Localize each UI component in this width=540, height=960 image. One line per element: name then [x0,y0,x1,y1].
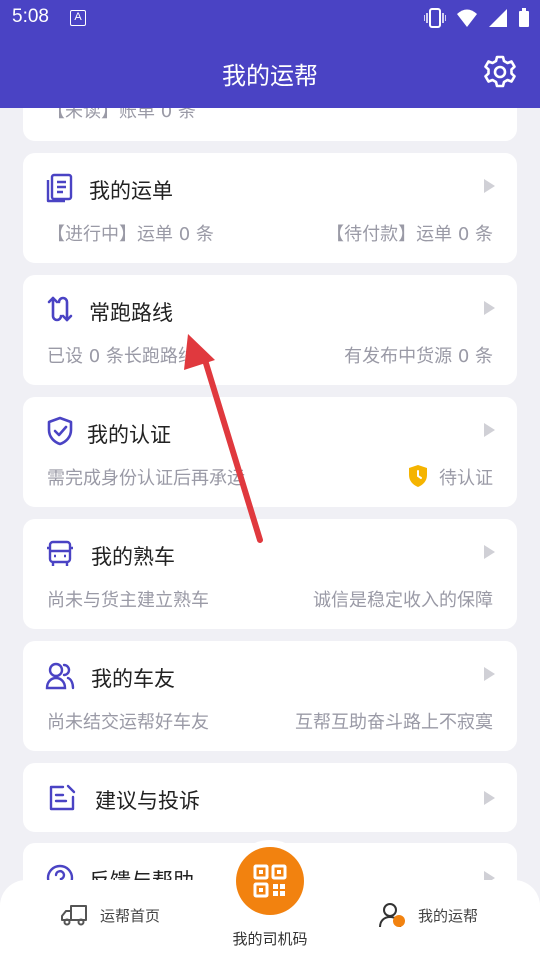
my-waybills-title: 我的运单 [89,179,173,203]
my-waybills-card[interactable]: 我的运单 【进行中】运单 0 条 【待付款】运单 0 条 [23,153,517,263]
shield-check-icon [47,416,73,446]
driver-qr-label: 我的司机码 [232,930,308,948]
verification-card[interactable]: 我的认证 需完成身份认证后再承运 待认证 [23,397,517,507]
battery-icon [519,8,529,27]
waybills-in-progress: 【进行中】运单 0 条 [47,224,214,245]
routes-count: 已设 0 条长跑路线 [47,346,196,367]
status-time: 5:08 [12,6,49,27]
status-bar: 5:08 A [0,0,540,36]
chevron-right-icon [484,667,495,681]
tab-home[interactable]: 运帮首页 [60,880,160,950]
driver-qr-button[interactable] [236,847,304,915]
verification-status: 待认证 [439,468,493,489]
chevron-right-icon [484,301,495,315]
verification-title: 我的认证 [87,423,171,447]
truck-friends-card[interactable]: 我的车友 尚未结交运帮好车友 互帮互助奋斗路上不寂寞 [23,641,517,751]
content-area: 【未读】账单 0 条 我的运单 【进行中】运单 0 条 【待付款】运单 0 条 … [0,108,540,960]
tab-mine[interactable]: 我的运帮 [378,880,478,950]
vibrate-icon [424,8,446,28]
feedback-title: 建议与投诉 [95,789,200,813]
chevron-right-icon [484,423,495,437]
familiar-trucks-card[interactable]: 我的熟车 尚未与货主建立熟车 诚信是稳定收入的保障 [23,519,517,629]
familiar-trucks-hint: 尚未与货主建立熟车 [47,590,209,611]
document-list-icon [46,173,73,203]
friends-icon [45,662,75,690]
notification-a-icon: A [70,10,86,26]
truck-friends-hint: 尚未结交运帮好车友 [47,712,209,733]
pending-shield-icon [409,465,427,487]
page-title: 我的运帮 [222,62,318,90]
familiar-trucks-slogan: 诚信是稳定收入的保障 [313,590,493,611]
wifi-icon [457,9,477,27]
frequent-routes-card[interactable]: 常跑路线 已设 0 条长跑路线 有发布中货源 0 条 [23,275,517,385]
verification-hint: 需完成身份认证后再承运 [47,468,245,489]
tab-mine-label: 我的运帮 [418,906,479,925]
app-header: 我的运帮 [0,36,540,108]
edit-note-icon [49,784,76,811]
settings-gear-icon[interactable] [482,54,518,90]
tab-home-label: 运帮首页 [100,906,161,925]
bills-card-text: 【未读】账单 0 条 [47,108,196,122]
feedback-card[interactable]: 建议与投诉 [23,763,517,832]
user-badge-icon [379,903,405,928]
chevron-right-icon [484,791,495,805]
familiar-trucks-title: 我的熟车 [91,545,175,569]
bills-card[interactable]: 【未读】账单 0 条 [23,108,517,141]
signal-icon [489,9,507,27]
routes-cargo-count: 有发布中货源 0 条 [344,346,493,367]
qr-code-icon [253,864,287,898]
route-arrows-icon [47,296,73,322]
chevron-right-icon [484,545,495,559]
truck-friends-slogan: 互帮互助奋斗路上不寂寞 [295,712,493,733]
waybills-pending-payment: 【待付款】运单 0 条 [326,224,493,245]
truck-icon [61,905,87,926]
truck-front-icon [47,540,73,566]
truck-friends-title: 我的车友 [91,667,175,691]
frequent-routes-title: 常跑路线 [89,301,173,325]
status-icons [424,7,530,29]
chevron-right-icon [484,179,495,193]
